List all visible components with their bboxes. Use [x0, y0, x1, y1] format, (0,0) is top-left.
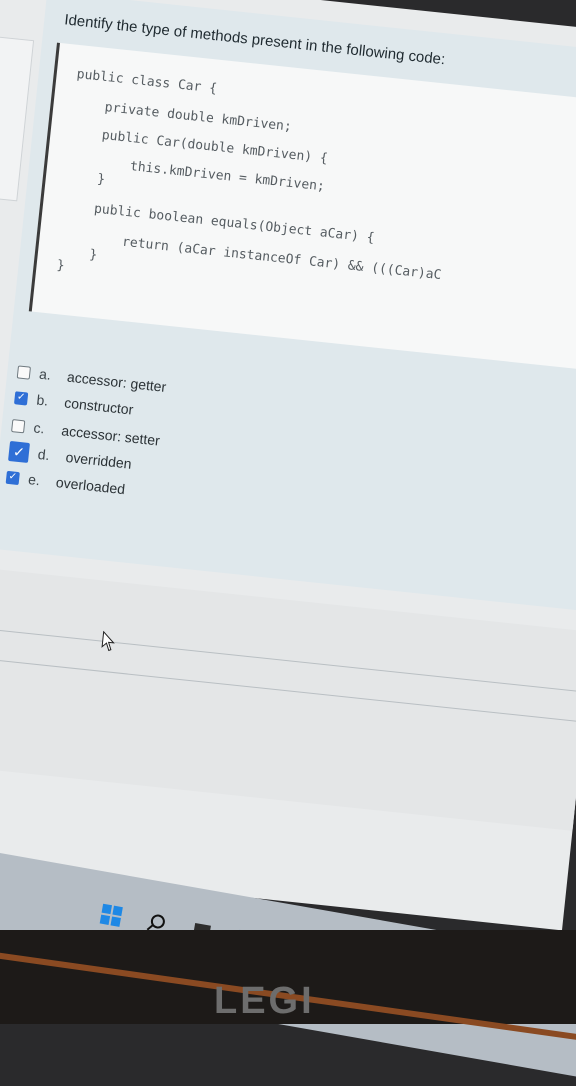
answer-label: overloaded: [55, 474, 126, 498]
answer-letter: a.: [38, 365, 52, 383]
checkbox[interactable]: [16, 364, 32, 380]
windows-start-icon[interactable]: [99, 903, 124, 928]
answer-label: accessor: getter: [66, 368, 168, 395]
checkbox-checked[interactable]: ✓: [8, 440, 31, 463]
answer-label: constructor: [63, 394, 135, 418]
answer-label: overridden: [64, 448, 133, 472]
code-line: }: [65, 168, 106, 188]
code-line: return (aCar instanceOf Car) && (((Car)a…: [59, 228, 443, 284]
checkbox[interactable]: [11, 418, 26, 433]
question-card: Identify the type of methods present in …: [0, 0, 576, 616]
code-line: }: [55, 257, 66, 274]
answer-options: a. accessor: getter ✓ b. constructor c. …: [1, 331, 576, 593]
answer-letter: e.: [27, 471, 41, 489]
screen: o Identify the type of methods present i…: [0, 0, 576, 931]
code-line: public class Car {: [76, 66, 218, 97]
brand-logo: LEGI: [214, 980, 315, 1022]
mouse-pointer-icon: [101, 630, 115, 652]
page-lower-area: [0, 565, 576, 838]
divider: [0, 624, 576, 699]
answer-letter: b.: [35, 391, 50, 409]
checkbox-checked[interactable]: ✓: [5, 470, 20, 485]
code-block: public class Car { private double kmDriv…: [28, 42, 576, 377]
answer-letter: c.: [32, 419, 46, 437]
divider: [0, 654, 576, 729]
checkbox-checked[interactable]: ✓: [14, 390, 29, 406]
answer-letter: d.: [37, 445, 51, 464]
answer-label: accessor: setter: [60, 422, 161, 449]
